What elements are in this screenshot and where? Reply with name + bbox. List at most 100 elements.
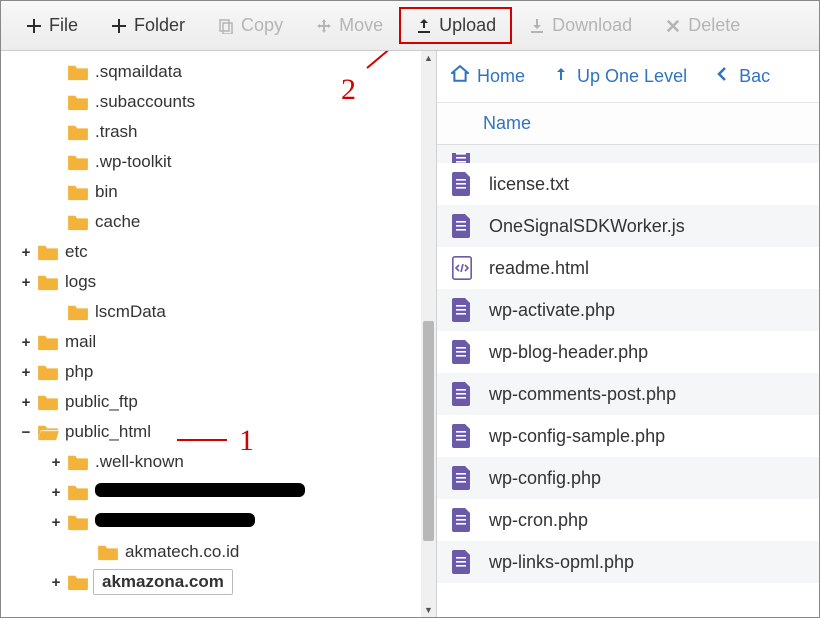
tree-node[interactable]: .sqmaildata [5, 57, 436, 87]
scroll-up-icon[interactable]: ▲ [421, 51, 436, 65]
upload-button[interactable]: Upload [399, 7, 512, 44]
toolbar: File Folder Copy Move Upload Download [1, 1, 819, 51]
home-icon [451, 65, 469, 88]
tree-node[interactable]: cache [5, 207, 436, 237]
tree-node[interactable]: +logs [5, 267, 436, 297]
up-label: Up One Level [577, 66, 687, 87]
file-row[interactable]: license.txt [437, 163, 819, 205]
file-row[interactable]: wp-config-sample.php [437, 415, 819, 457]
download-button[interactable]: Download [512, 7, 648, 44]
expander-icon[interactable]: + [49, 514, 63, 531]
folder-icon [67, 183, 89, 201]
file-icon [451, 171, 473, 197]
file-row[interactable] [437, 145, 819, 163]
folder-icon [67, 513, 89, 531]
folder-icon [97, 543, 119, 561]
tree-node[interactable]: + [5, 507, 436, 537]
file-name: license.txt [489, 174, 569, 195]
file-row[interactable]: wp-config.php [437, 457, 819, 499]
tree-node[interactable]: .wp-toolkit [5, 147, 436, 177]
file-name: wp-config.php [489, 468, 601, 489]
file-row[interactable]: readme.html [437, 247, 819, 289]
tree-node-label: php [63, 362, 93, 382]
tree-node[interactable]: + akmazona.com [5, 567, 436, 597]
file-icon [451, 549, 473, 575]
folder-icon [37, 363, 59, 381]
plus-icon [25, 17, 43, 35]
copy-button[interactable]: Copy [201, 7, 299, 44]
tree-node[interactable]: lscmData [5, 297, 436, 327]
tree-node[interactable]: − public_html [5, 417, 436, 447]
file-list-panel: Home Up One Level Bac Name license.txt On… [437, 51, 819, 617]
file-row[interactable]: wp-comments-post.php [437, 373, 819, 415]
tree-node-label: .subaccounts [93, 92, 195, 112]
file-button[interactable]: File [9, 7, 94, 44]
file-row[interactable]: wp-activate.php [437, 289, 819, 331]
file-row[interactable]: OneSignalSDKWorker.js [437, 205, 819, 247]
file-list: license.txt OneSignalSDKWorker.js readme.h… [437, 145, 819, 617]
file-icon [451, 213, 473, 239]
move-button[interactable]: Move [299, 7, 399, 44]
expander-icon[interactable]: + [19, 364, 33, 381]
expander-icon[interactable]: + [19, 394, 33, 411]
back-link[interactable]: Bac [715, 66, 770, 87]
download-icon [528, 17, 546, 35]
tree-node[interactable]: +.well-known [5, 447, 436, 477]
up-one-level-link[interactable]: Up One Level [553, 66, 687, 87]
arrow-up-icon [553, 66, 569, 87]
move-icon [315, 17, 333, 35]
expander-icon[interactable]: + [19, 244, 33, 261]
tree-node-label: akmazona.com [93, 569, 233, 595]
delete-button[interactable]: Delete [648, 7, 756, 44]
folder-button[interactable]: Folder [94, 7, 201, 44]
tree-node[interactable]: .trash [5, 117, 436, 147]
upload-button-label: Upload [439, 15, 496, 36]
file-row[interactable]: wp-cron.php [437, 499, 819, 541]
expander-icon[interactable]: + [19, 274, 33, 291]
expander-icon[interactable]: + [49, 484, 63, 501]
tree-node[interactable]: + php [5, 357, 436, 387]
tree-node[interactable]: +public_ftp [5, 387, 436, 417]
tree-node[interactable]: akmatech.co.id [5, 537, 436, 567]
tree-node[interactable]: bin [5, 177, 436, 207]
back-label: Bac [739, 66, 770, 87]
file-row[interactable]: wp-links-opml.php [437, 541, 819, 583]
tree-scrollbar[interactable]: ▲ ▼ [421, 51, 436, 617]
expander-icon[interactable]: + [49, 574, 63, 591]
file-button-label: File [49, 15, 78, 36]
folder-button-label: Folder [134, 15, 185, 36]
delete-button-label: Delete [688, 15, 740, 36]
file-row[interactable]: wp-blog-header.php [437, 331, 819, 373]
home-link[interactable]: Home [451, 65, 525, 88]
column-name-label: Name [483, 113, 531, 134]
file-name: OneSignalSDKWorker.js [489, 216, 685, 237]
file-icon [451, 465, 473, 491]
tree-node[interactable]: +etc [5, 237, 436, 267]
redacted-label [95, 483, 305, 497]
tree-node-label: .trash [93, 122, 138, 142]
tree-node[interactable]: + [5, 477, 436, 507]
tree-node[interactable]: .subaccounts [5, 87, 436, 117]
file-name: wp-cron.php [489, 510, 588, 531]
file-name: wp-links-opml.php [489, 552, 634, 573]
file-icon [451, 507, 473, 533]
column-header[interactable]: Name [437, 103, 819, 145]
expander-icon[interactable]: + [49, 454, 63, 471]
folder-tree[interactable]: .sqmaildata .subaccounts .trash .wp-toolkit… [1, 51, 436, 603]
tree-node[interactable]: +mail [5, 327, 436, 357]
tree-node-label: public_html [63, 422, 151, 442]
folder-icon [37, 393, 59, 411]
plus-icon [110, 17, 128, 35]
move-button-label: Move [339, 15, 383, 36]
copy-icon [217, 17, 235, 35]
tree-node-label: .sqmaildata [93, 62, 182, 82]
tree-node-label: .wp-toolkit [93, 152, 172, 172]
folder-icon [37, 333, 59, 351]
scroll-thumb[interactable] [423, 321, 434, 541]
folder-icon [37, 273, 59, 291]
expander-icon[interactable]: + [19, 334, 33, 351]
upload-icon [415, 17, 433, 35]
folder-icon [67, 93, 89, 111]
expander-icon[interactable]: − [19, 424, 33, 441]
scroll-down-icon[interactable]: ▼ [421, 603, 436, 617]
